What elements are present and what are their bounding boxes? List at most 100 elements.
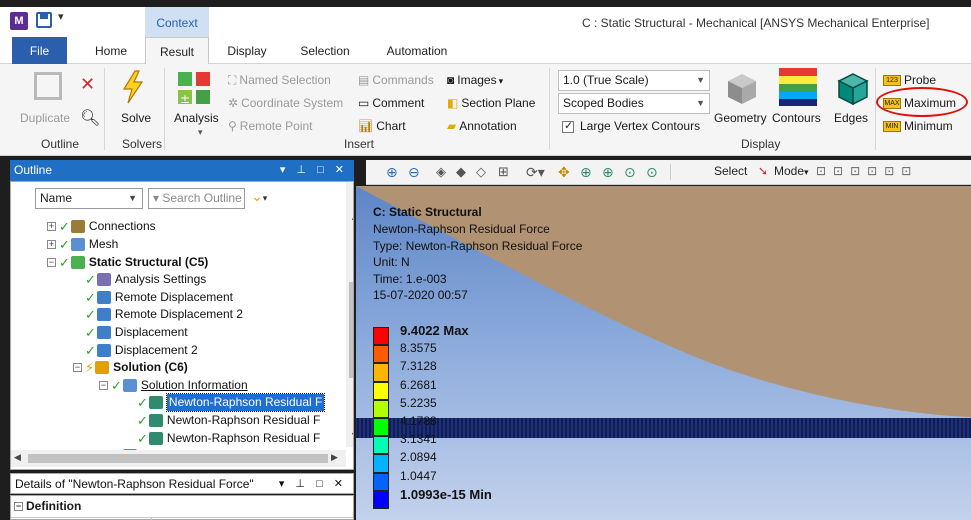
pan-icon[interactable]: ✥ [558,164,570,181]
expand-icon[interactable]: + [47,239,56,249]
zoom-box-icon[interactable]: ⊕ [602,164,614,181]
zoom-icon[interactable]: ⊕ [580,164,592,181]
tab-home[interactable]: Home [88,37,134,64]
named-selection-button[interactable]: ⛶ Named Selection [228,73,331,88]
select-body-icon[interactable]: ◈ [436,164,446,180]
scroll-down-icon[interactable]: ▼ [350,430,353,440]
scroll-thumb[interactable] [28,454,328,463]
collapse-icon[interactable]: − [99,380,108,390]
collapse-icon[interactable]: − [14,502,23,512]
tree-item-label: Newton-Raphson Residual F [165,393,326,413]
solve-button[interactable]: Solve [121,111,151,125]
collapse-icon[interactable]: − [47,257,56,267]
zoom-out-icon[interactable]: ⊖ [408,164,420,181]
analysis-icon[interactable]: ± [176,70,216,110]
legend-swatch [373,327,389,346]
remote-point-button[interactable]: ⚲ Remote Point [228,119,313,133]
cursor-icon[interactable]: ➘ [758,164,768,178]
tree-item[interactable]: − ⚡ Solution (C6) [73,359,188,376]
tab-display[interactable]: Display [220,37,274,64]
panel-controls[interactable]: ▾ ⊥ □ ✕ [279,474,347,495]
tree-item[interactable]: ✓ Newton-Raphson Residual F [125,412,320,429]
analysis-dropdown-icon[interactable]: ▾ [198,127,203,138]
duplicate-button[interactable]: Duplicate [20,111,70,125]
tree-item[interactable]: ✓ Newton-Raphson Residual F [125,393,326,413]
annotation-button[interactable]: ▰ Annotation [447,119,517,133]
scroll-left-icon[interactable]: ◀ [14,452,21,463]
search-icon[interactable]: 🔍︎ [80,108,100,128]
tree-item[interactable]: ✓ Displacement 2 [73,341,198,358]
geometry-button[interactable]: Geometry [714,111,767,125]
comment-button[interactable]: ▭ Comment [358,96,424,110]
outline-horizontal-scrollbar[interactable]: ◀ ▶ [11,450,346,467]
contours-icon[interactable] [779,68,817,106]
probe-button[interactable]: 123 Probe [883,73,936,87]
scroll-right-icon[interactable]: ▶ [331,452,338,463]
tree-item[interactable]: − ✓ Solution Information [99,376,248,393]
mode-button[interactable]: Mode▾ [774,164,809,178]
quick-access-dropdown-icon[interactable]: ▾ [58,10,64,23]
tree-item[interactable]: ✓ Analysis Settings [73,271,206,288]
commands-button[interactable]: ▤ Commands [358,73,434,87]
graphics-toolbar: ⊕ ⊖ ◈ ◆ ◇ ⊞ ⟳▾ ✥ ⊕ ⊕ ⊙ ⊙ Select ➘ Mode▾ … [366,160,971,185]
tree-item[interactable]: ✓ Remote Displacement [73,288,233,305]
delete-icon[interactable]: ✕ [80,74,95,95]
section-plane-button[interactable]: ◧ Section Plane [447,96,535,110]
zoom-in-icon[interactable]: ⊕ [386,164,398,181]
analysis-button[interactable]: Analysis [174,111,219,125]
definition-section[interactable]: − Definition [14,499,81,513]
name-filter-select[interactable]: Name ▼ [35,188,143,209]
edges-button[interactable]: Edges [834,111,868,125]
magnifier-icon[interactable]: ⊙ [646,164,658,181]
legend-value: 8.3575 [400,341,437,356]
tree-item[interactable]: ✓ Remote Displacement 2 [73,306,243,323]
search-outline-input[interactable]: ▾ Search Outline [148,188,245,209]
tab-result[interactable]: Result [145,37,209,65]
tab-selection[interactable]: Selection [292,37,358,64]
expand-icon[interactable]: + [47,222,56,232]
solve-lightning-icon[interactable] [120,70,146,104]
toolbar-separator [670,164,671,180]
selection-filter-icons[interactable]: ⊡⊡⊡⊡⊡⊡ [816,164,918,178]
tree-node-icon [70,237,85,251]
status-check-icon: ✓ [137,412,148,428]
scale-select[interactable]: 1.0 (True Scale) ▼ [558,70,710,91]
images-button[interactable]: ◙ Images ▾ [447,73,503,87]
zoom-fit-icon[interactable]: ⊙ [624,164,636,181]
tab-file[interactable]: File [12,37,67,64]
panel-controls[interactable]: ▾ ⊥ □ ✕ [280,160,348,181]
outline-vertical-scrollbar[interactable]: ▲ ▼ [346,182,353,447]
rotate-icon[interactable]: ⟳▾ [526,164,545,181]
select-button[interactable]: Select [714,164,747,178]
coordinate-system-button[interactable]: ✲ Coordinate System [228,96,343,110]
geometry-cube-icon[interactable] [726,72,758,106]
minimum-button[interactable]: MIN Minimum [883,119,953,133]
edges-icon[interactable] [837,72,869,106]
ribbon-separator [104,68,105,150]
tree-item[interactable]: − ✓ Static Structural (C5) [47,253,208,270]
filter-chevron-icon[interactable]: ⌄▾ [251,188,267,205]
save-icon[interactable] [36,12,52,28]
graphics-viewport[interactable]: C: Static Structural Newton-Raphson Resi… [356,186,971,520]
chart-button[interactable]: 📊︎ Chart [358,119,406,133]
tree-item[interactable]: ✓ Displacement [73,324,188,341]
tree-item-label: Solution Information [140,377,248,392]
tree-item[interactable]: + ✓ Connections [47,218,156,235]
tree-item[interactable]: ✓ Newton-Raphson Residual F [125,429,320,446]
status-check-icon: ✓ [85,342,96,358]
select-edge-icon[interactable]: ◇ [476,164,486,180]
select-vertex-icon[interactable]: ⊞ [498,164,509,180]
contours-button[interactable]: Contours [772,111,821,125]
scroll-thumb[interactable] [349,282,353,378]
scroll-up-icon[interactable]: ▲ [350,212,353,222]
large-vertex-contours-toggle[interactable]: Large Vertex Contours [562,119,700,133]
select-face-icon[interactable]: ◆ [456,164,466,180]
images-icon: ◙ [447,73,455,87]
status-check-icon: ✓ [59,254,70,270]
scope-select[interactable]: Scoped Bodies ▼ [558,93,710,114]
tree-item[interactable]: + ✓ Mesh [47,236,118,253]
context-tab[interactable]: Context [145,7,209,37]
legend-swatch [373,399,389,418]
tab-automation[interactable]: Automation [377,37,457,64]
collapse-icon[interactable]: − [73,363,82,373]
